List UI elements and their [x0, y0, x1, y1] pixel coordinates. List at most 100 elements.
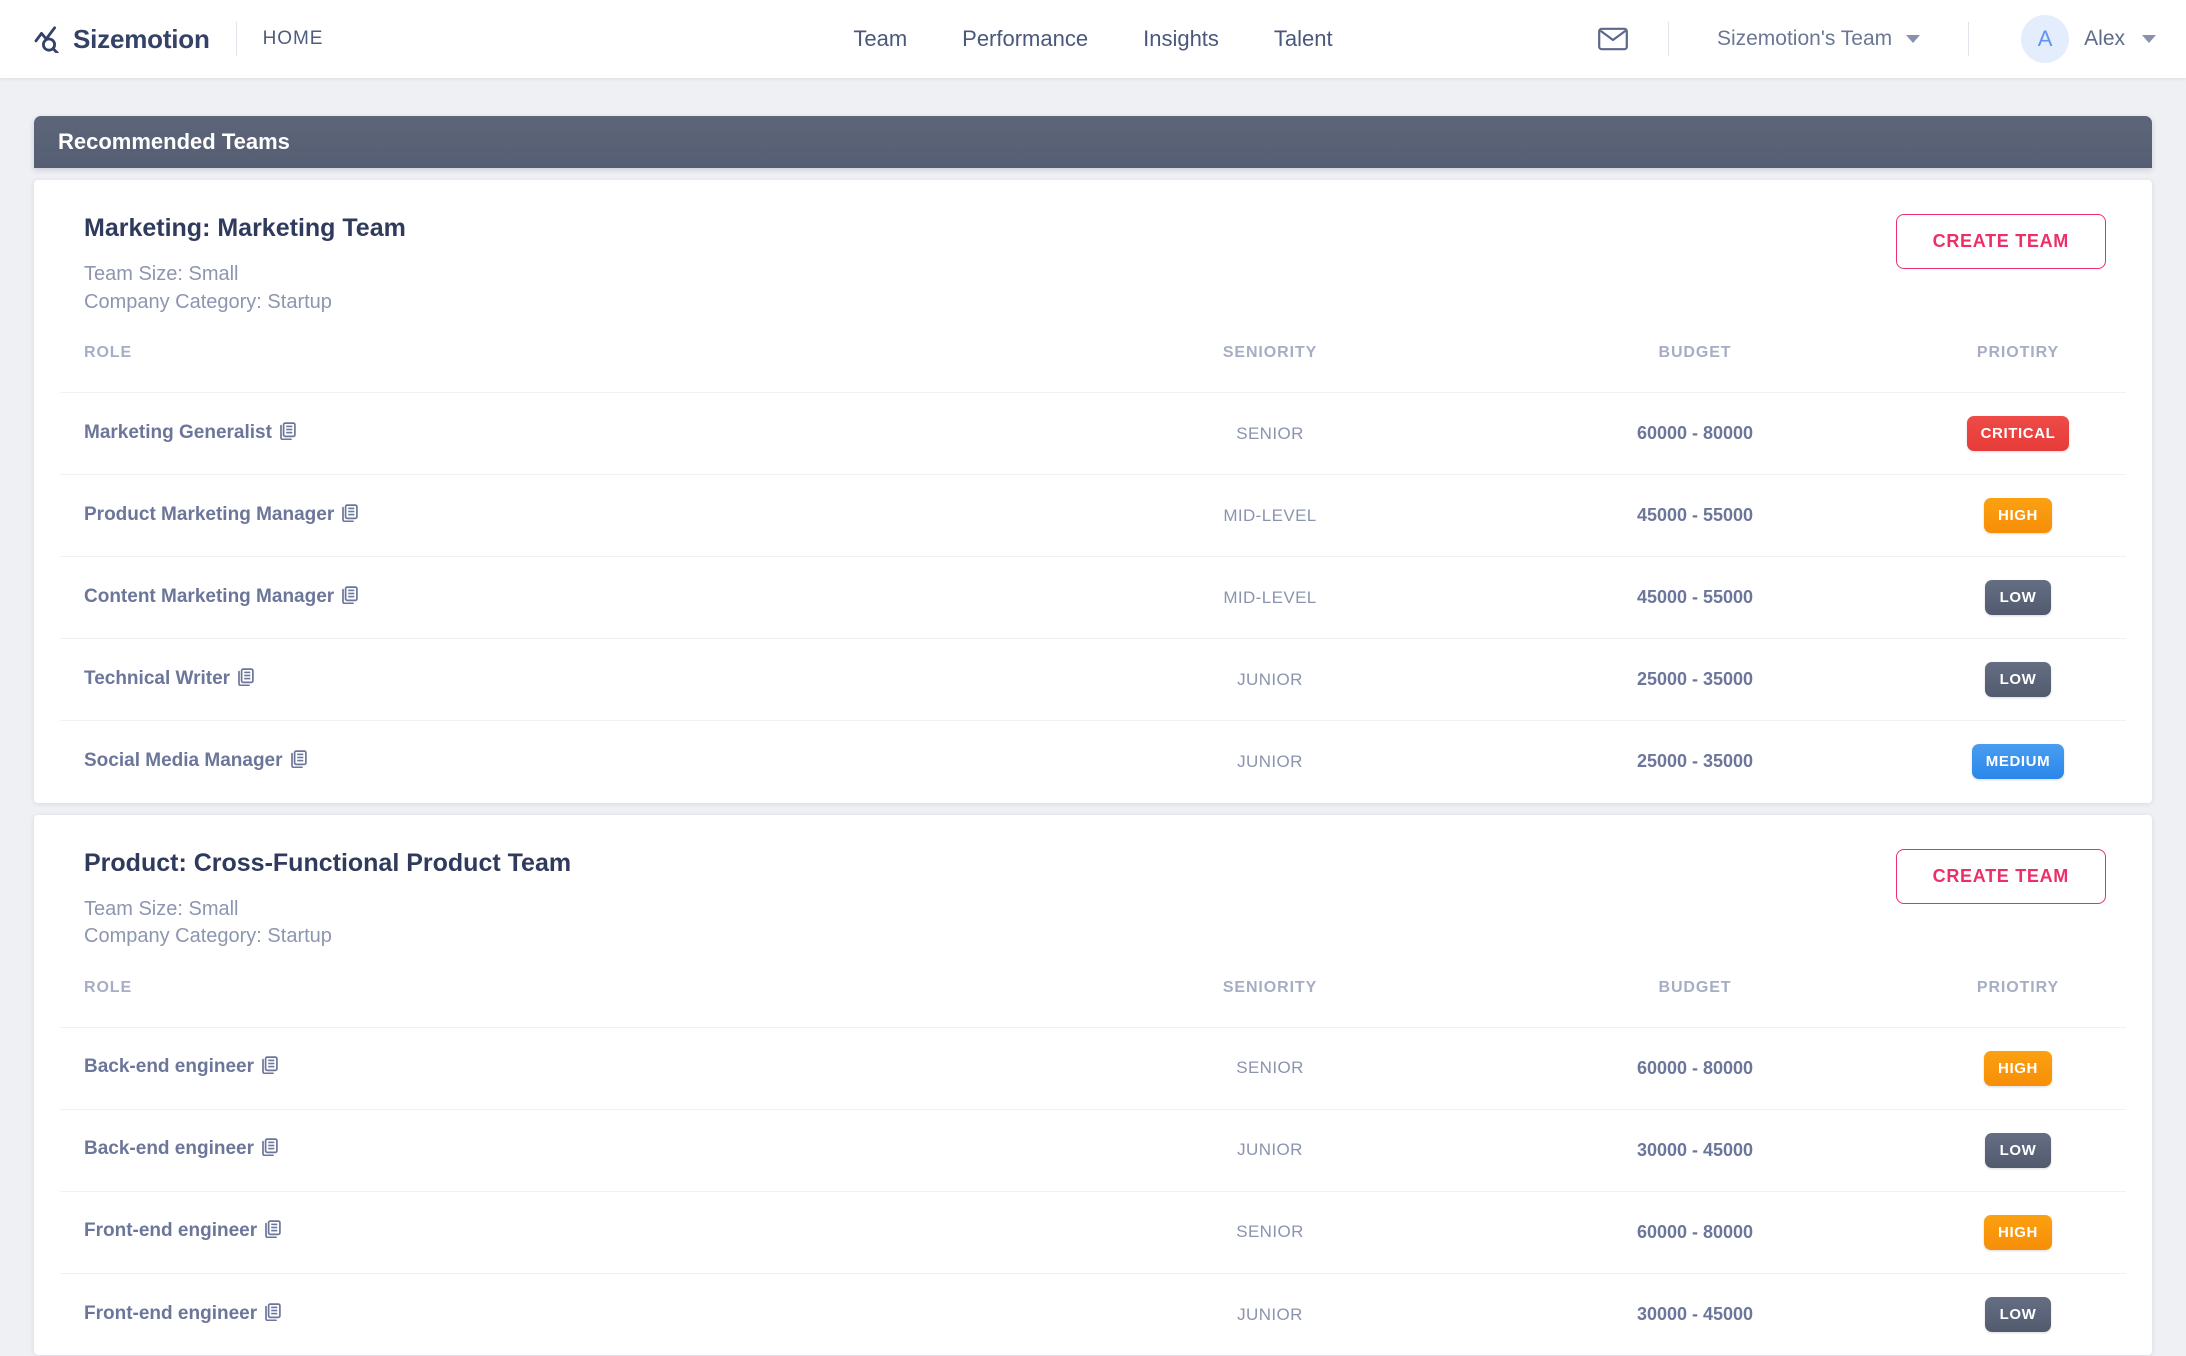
- team-card-info: Marketing: Marketing Team Team Size: Sma…: [84, 214, 406, 316]
- role-name: Back-end engineer: [84, 1056, 254, 1077]
- status-badge: MEDIUM: [1972, 744, 2064, 779]
- team-switcher-dropdown[interactable]: Sizemotion's Team: [1695, 27, 1942, 51]
- priority-cell: HIGH: [1910, 475, 2126, 557]
- role-name: Back-end engineer: [84, 1138, 254, 1159]
- team-title: Marketing: Marketing Team: [84, 214, 406, 243]
- priority-cell: LOW: [1910, 557, 2126, 639]
- seniority-cell: MID-LEVEL: [1060, 475, 1480, 557]
- budget-cell: 60000 - 80000: [1480, 1191, 1910, 1273]
- table-row: Back-end engineer JUNIOR30000 - 45000 LOW: [60, 1109, 2126, 1191]
- role-cell: Back-end engineer: [60, 1109, 1060, 1191]
- nav-item-team[interactable]: Team: [853, 26, 907, 52]
- copy-icon[interactable]: [341, 586, 358, 610]
- table-row: Technical WriterJUNIOR25000 - 35000LOW: [60, 639, 2126, 721]
- roles-table-body-2: Back-end engineerSENIOR60000 - 80000HIGH…: [60, 1027, 2126, 1355]
- role-cell: Technical Writer: [60, 639, 1060, 721]
- role-name: Front-end engineer: [84, 1220, 257, 1241]
- status-badge: HIGH: [1984, 498, 2052, 533]
- team-card: Marketing: Marketing Team Team Size: Sma…: [34, 180, 2152, 803]
- budget-cell: 45000 - 55000: [1480, 557, 1910, 639]
- copy-icon[interactable]: [290, 750, 307, 774]
- nav-divider-mail: [1668, 22, 1669, 56]
- column-header-priority: PRIOTIRY: [1910, 338, 2126, 393]
- priority-cell: LOW: [1910, 1109, 2126, 1191]
- budget-cell: 45000 - 55000: [1480, 475, 1910, 557]
- team-switcher-label: Sizemotion's Team: [1717, 27, 1892, 51]
- budget-cell: 30000 - 45000: [1480, 1273, 1910, 1355]
- copy-icon[interactable]: [261, 1138, 278, 1162]
- budget-cell: 30000 - 45000: [1480, 1109, 1910, 1191]
- role-cell: Marketing Generalist: [60, 393, 1060, 475]
- table-row: Social Media ManagerJUNIOR25000 - 35000M…: [60, 721, 2126, 803]
- role-cell: Front-end engineer: [60, 1191, 1060, 1273]
- table-row: Content Marketing Manager MID-LEVEL45000 …: [60, 557, 2126, 639]
- copy-icon[interactable]: [261, 1056, 278, 1080]
- table-row: Marketing GeneralistSENIOR60000 - 80000C…: [60, 393, 2126, 475]
- column-header-budget: BUDGET: [1480, 338, 1910, 393]
- user-menu[interactable]: A Alex: [1995, 15, 2156, 63]
- roles-table: ROLE SENIORITY BUDGET PRIOTIRY Back-end …: [60, 973, 2126, 1356]
- team-size: Team Size: Small: [84, 896, 571, 924]
- roles-table-body-1: Marketing GeneralistSENIOR60000 - 80000C…: [60, 393, 2126, 803]
- nav-right-cluster: Sizemotion's Team A Alex: [1590, 15, 2186, 63]
- role-name: Marketing Generalist: [84, 422, 272, 443]
- priority-cell: MEDIUM: [1910, 721, 2126, 803]
- budget-cell: 60000 - 80000: [1480, 393, 1910, 475]
- section-title: Recommended Teams: [58, 129, 290, 155]
- copy-icon[interactable]: [264, 1303, 281, 1327]
- column-header-role: ROLE: [60, 973, 1060, 1028]
- copy-icon[interactable]: [279, 422, 296, 446]
- priority-cell: LOW: [1910, 1273, 2126, 1355]
- avatar: A: [2021, 15, 2069, 63]
- home-link[interactable]: HOME: [263, 28, 324, 50]
- seniority-cell: JUNIOR: [1060, 1273, 1480, 1355]
- priority-cell: HIGH: [1910, 1027, 2126, 1109]
- budget-cell: 60000 - 80000: [1480, 1027, 1910, 1109]
- team-title: Product: Cross-Functional Product Team: [84, 849, 571, 878]
- main-menu: Team Performance Insights Talent: [853, 26, 1332, 52]
- brand-block[interactable]: Sizemotion HOME: [0, 22, 323, 56]
- table-header-row: ROLE SENIORITY BUDGET PRIOTIRY: [60, 338, 2126, 393]
- priority-cell: CRITICAL: [1910, 393, 2126, 475]
- mail-icon[interactable]: [1590, 16, 1636, 62]
- seniority-cell: JUNIOR: [1060, 639, 1480, 721]
- seniority-cell: JUNIOR: [1060, 721, 1480, 803]
- nav-item-talent[interactable]: Talent: [1274, 26, 1333, 52]
- copy-icon[interactable]: [341, 504, 358, 528]
- column-header-seniority: SENIORITY: [1060, 973, 1480, 1028]
- table-header-row: ROLE SENIORITY BUDGET PRIOTIRY: [60, 973, 2126, 1028]
- status-badge: LOW: [1985, 1133, 2051, 1168]
- status-badge: HIGH: [1984, 1215, 2052, 1250]
- copy-icon[interactable]: [264, 1220, 281, 1244]
- roles-table: ROLE SENIORITY BUDGET PRIOTIRY Marketing…: [60, 338, 2126, 803]
- seniority-cell: JUNIOR: [1060, 1109, 1480, 1191]
- nav-item-insights[interactable]: Insights: [1143, 26, 1219, 52]
- priority-cell: LOW: [1910, 639, 2126, 721]
- nav-item-performance[interactable]: Performance: [962, 26, 1088, 52]
- create-team-button[interactable]: CREATE TEAM: [1896, 849, 2106, 904]
- nav-divider-user: [1968, 22, 1969, 56]
- brand-name: Sizemotion: [73, 24, 210, 55]
- team-card-header: Marketing: Marketing Team Team Size: Sma…: [60, 214, 2126, 316]
- table-row: Front-end engineerJUNIOR30000 - 45000LOW: [60, 1273, 2126, 1355]
- column-header-seniority: SENIORITY: [1060, 338, 1480, 393]
- copy-icon[interactable]: [237, 668, 254, 692]
- table-row: Front-end engineer SENIOR60000 - 80000 HIG…: [60, 1191, 2126, 1273]
- chevron-down-icon: [2142, 35, 2156, 43]
- role-cell: Social Media Manager: [60, 721, 1060, 803]
- sizemotion-logo-icon: [34, 25, 73, 53]
- table-row: Product Marketing ManagerMID-LEVEL45000 …: [60, 475, 2126, 557]
- page-content: Recommended Teams Marketing: Marketing T…: [0, 78, 2186, 1356]
- team-card: Product: Cross-Functional Product Team T…: [34, 815, 2152, 1356]
- team-card-info: Product: Cross-Functional Product Team T…: [84, 849, 571, 951]
- seniority-cell: MID-LEVEL: [1060, 557, 1480, 639]
- status-badge: LOW: [1985, 1297, 2051, 1332]
- team-size: Team Size: Small: [84, 261, 406, 289]
- nav-divider: [236, 22, 237, 56]
- seniority-cell: SENIOR: [1060, 1191, 1480, 1273]
- create-team-button[interactable]: CREATE TEAM: [1896, 214, 2106, 269]
- chevron-down-icon: [1906, 35, 1920, 43]
- seniority-cell: SENIOR: [1060, 1027, 1480, 1109]
- status-badge: LOW: [1985, 580, 2051, 615]
- role-name: Content Marketing Manager: [84, 586, 334, 607]
